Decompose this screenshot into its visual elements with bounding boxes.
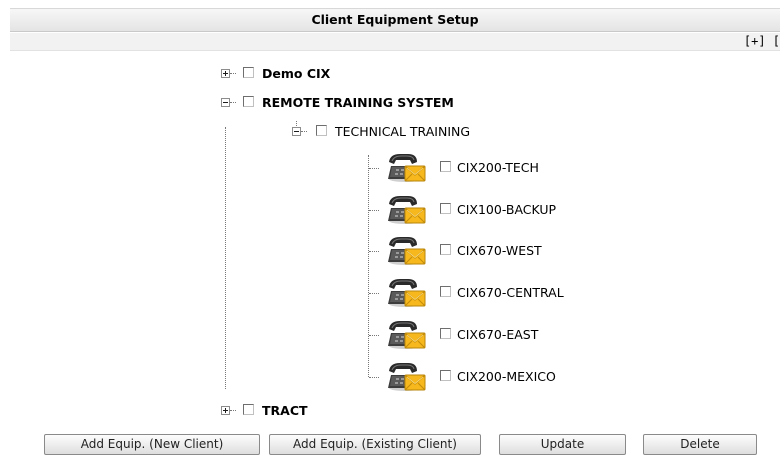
tree-connector xyxy=(369,335,379,336)
phone-mail-icon xyxy=(388,317,426,351)
tree-node-checkbox[interactable] xyxy=(440,244,451,255)
tree-node-label[interactable]: CIX100-BACKUP xyxy=(457,202,556,217)
phone-mail-icon xyxy=(388,150,426,184)
tree-connector xyxy=(230,102,236,103)
tree-node-label[interactable]: TECHNICAL TRAINING xyxy=(335,124,470,139)
tree-node-label[interactable]: Demo CIX xyxy=(262,66,330,81)
tree-node-label[interactable]: CIX670-EAST xyxy=(457,327,538,342)
tree-node-checkbox[interactable] xyxy=(440,161,451,172)
tree-node-checkbox[interactable] xyxy=(440,203,451,214)
tree-node-label[interactable]: CIX200-TECH xyxy=(457,160,539,175)
expand-toggle-icon[interactable] xyxy=(221,69,230,78)
tree-connector xyxy=(230,73,236,74)
tree-connector xyxy=(369,251,379,252)
tree-connector xyxy=(368,155,369,377)
tree-node-label[interactable]: CIX200-MEXICO xyxy=(457,369,556,384)
tree-node-label[interactable]: CIX670-CENTRAL xyxy=(457,285,564,300)
phone-mail-icon xyxy=(388,359,426,393)
tree-node-label[interactable]: TRACT xyxy=(262,403,308,418)
tree-connector xyxy=(225,127,226,389)
phone-mail-icon xyxy=(388,192,426,226)
tree-node-checkbox[interactable] xyxy=(440,370,451,381)
tree-node-checkbox[interactable] xyxy=(243,96,254,107)
tree-node-checkbox[interactable] xyxy=(440,328,451,339)
delete-button[interactable]: Delete xyxy=(643,434,757,455)
expand-toggle-icon[interactable] xyxy=(221,406,230,415)
tree-node-checkbox[interactable] xyxy=(243,67,254,78)
add-equip-new-client-button[interactable]: Add Equip. (New Client) xyxy=(44,434,260,455)
phone-mail-icon xyxy=(388,275,426,309)
tree-node-label[interactable]: CIX670-WEST xyxy=(457,243,542,258)
tree-node-checkbox[interactable] xyxy=(243,404,254,415)
tree-connector xyxy=(369,168,379,169)
tree-node-label[interactable]: REMOTE TRAINING SYSTEM xyxy=(262,95,454,110)
add-equip-existing-client-button[interactable]: Add Equip. (Existing Client) xyxy=(269,434,481,455)
equipment-tree: Demo CIX REMOTE TRAINING SYSTEM TECHNICA… xyxy=(0,0,780,430)
tree-connector xyxy=(230,410,236,411)
collapse-toggle-icon[interactable] xyxy=(292,127,301,136)
tree-connector xyxy=(369,377,379,378)
tree-connector xyxy=(369,210,379,211)
update-button[interactable]: Update xyxy=(499,434,626,455)
tree-node-checkbox[interactable] xyxy=(440,286,451,297)
tree-connector xyxy=(301,131,307,132)
tree-node-checkbox[interactable] xyxy=(316,125,327,136)
tree-connector xyxy=(369,293,379,294)
collapse-toggle-icon[interactable] xyxy=(221,98,230,107)
phone-mail-icon xyxy=(388,233,426,267)
